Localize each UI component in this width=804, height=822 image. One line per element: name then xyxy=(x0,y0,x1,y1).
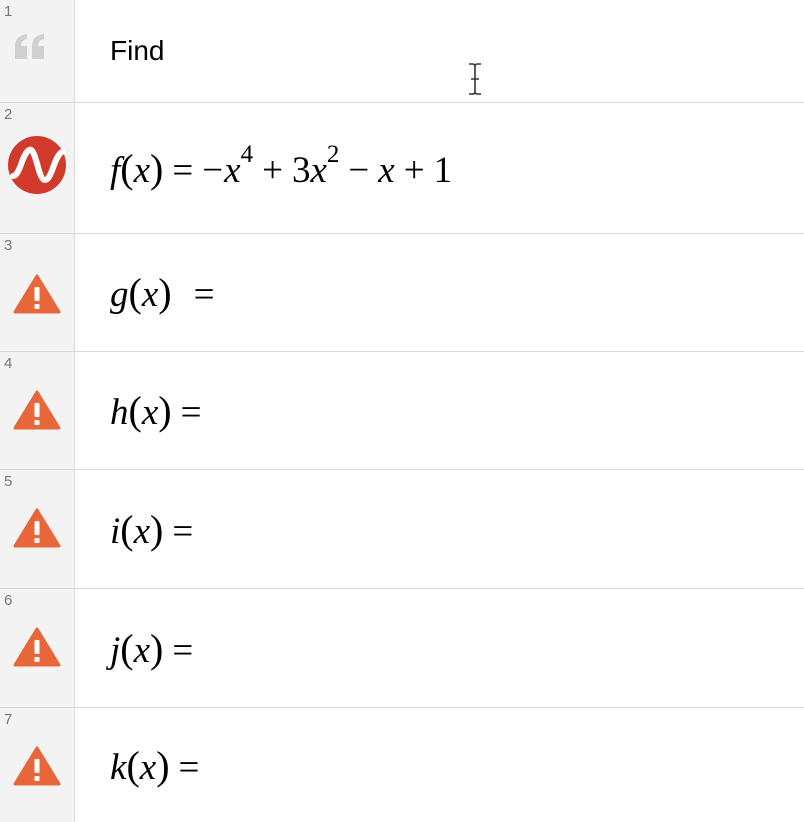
equals-sign: = xyxy=(178,746,200,788)
function-name: h xyxy=(110,392,129,433)
math-field[interactable]: h(x) = xyxy=(110,352,804,469)
row-gutter: 1 xyxy=(0,0,75,102)
math-field[interactable]: j(x) = xyxy=(110,589,804,707)
row-gutter: 4 xyxy=(0,352,75,469)
equals-sign: = xyxy=(172,510,194,552)
row-gutter: 2 xyxy=(0,103,75,233)
function-name: k xyxy=(110,746,127,788)
function-g-expression[interactable]: g(x) = xyxy=(110,269,223,316)
function-i-expression[interactable]: i(x) = xyxy=(110,506,202,553)
expression-list: 1 Find 2 f(x) = −x4 + 3x2 − x + 1 3 g(x)… xyxy=(0,0,804,822)
warning-icon[interactable] xyxy=(13,746,61,791)
expression-row-5[interactable]: 5 i(x) = xyxy=(0,470,804,589)
expression-row-2[interactable]: 2 f(x) = −x4 +3x2− x +1 xyxy=(0,103,804,234)
equals-sign: = xyxy=(172,629,194,671)
function-name: j xyxy=(110,629,121,671)
equals-sign: = xyxy=(180,392,202,433)
expression-row-4[interactable]: 4 h(x) = xyxy=(0,352,804,470)
graph-wave-icon[interactable] xyxy=(8,136,66,199)
exponent: 2 xyxy=(326,141,340,169)
text-cursor-icon xyxy=(466,62,484,101)
warning-icon[interactable] xyxy=(13,274,61,319)
function-variable: x xyxy=(133,510,151,552)
row-number: 1 xyxy=(4,3,13,20)
function-variable: x xyxy=(133,149,151,191)
math-field[interactable]: f(x) = −x4 +3x2− x +1 xyxy=(110,103,804,233)
function-name: g xyxy=(110,274,129,315)
row-number: 4 xyxy=(4,355,13,372)
function-variable: x xyxy=(133,629,151,671)
expression-row-6[interactable]: 6 j(x) = xyxy=(0,589,804,708)
warning-icon[interactable] xyxy=(13,390,61,435)
row-gutter: 5 xyxy=(0,470,75,588)
math-field[interactable]: i(x) = xyxy=(110,470,804,588)
function-f-expression[interactable]: f(x) = −x4 +3x2− x +1 xyxy=(110,142,452,192)
row-gutter: 6 xyxy=(0,589,75,707)
row-number: 3 xyxy=(4,237,13,254)
function-k-expression[interactable]: k(x) = xyxy=(110,742,208,789)
exponent: 4 xyxy=(240,141,254,169)
equals-sign: = xyxy=(172,149,194,191)
note-content[interactable]: Find xyxy=(110,0,804,102)
math-field[interactable]: k(x) = xyxy=(110,708,804,822)
note-text[interactable]: Find xyxy=(110,35,164,67)
function-name: i xyxy=(110,510,121,552)
equals-sign: = xyxy=(193,274,215,315)
row-number: 7 xyxy=(4,711,13,728)
expression-row-1[interactable]: 1 Find xyxy=(0,0,804,103)
warning-icon[interactable] xyxy=(13,508,61,553)
function-variable: x xyxy=(141,274,159,315)
function-h-expression[interactable]: h(x) = xyxy=(110,387,210,434)
function-variable: x xyxy=(141,392,159,433)
row-gutter: 3 xyxy=(0,234,75,351)
function-variable: x xyxy=(139,746,157,788)
expression-row-3[interactable]: 3 g(x) = xyxy=(0,234,804,352)
warning-icon[interactable] xyxy=(13,627,61,672)
row-number: 6 xyxy=(4,592,13,609)
math-field[interactable]: g(x) = xyxy=(110,234,804,351)
row-gutter: 7 xyxy=(0,708,75,822)
function-j-expression[interactable]: j(x) = xyxy=(110,625,202,672)
row-number: 2 xyxy=(4,106,13,123)
function-name: f xyxy=(110,149,121,191)
expression-row-7[interactable]: 7 k(x) = xyxy=(0,708,804,822)
quote-icon xyxy=(13,33,47,66)
row-number: 5 xyxy=(4,473,13,490)
